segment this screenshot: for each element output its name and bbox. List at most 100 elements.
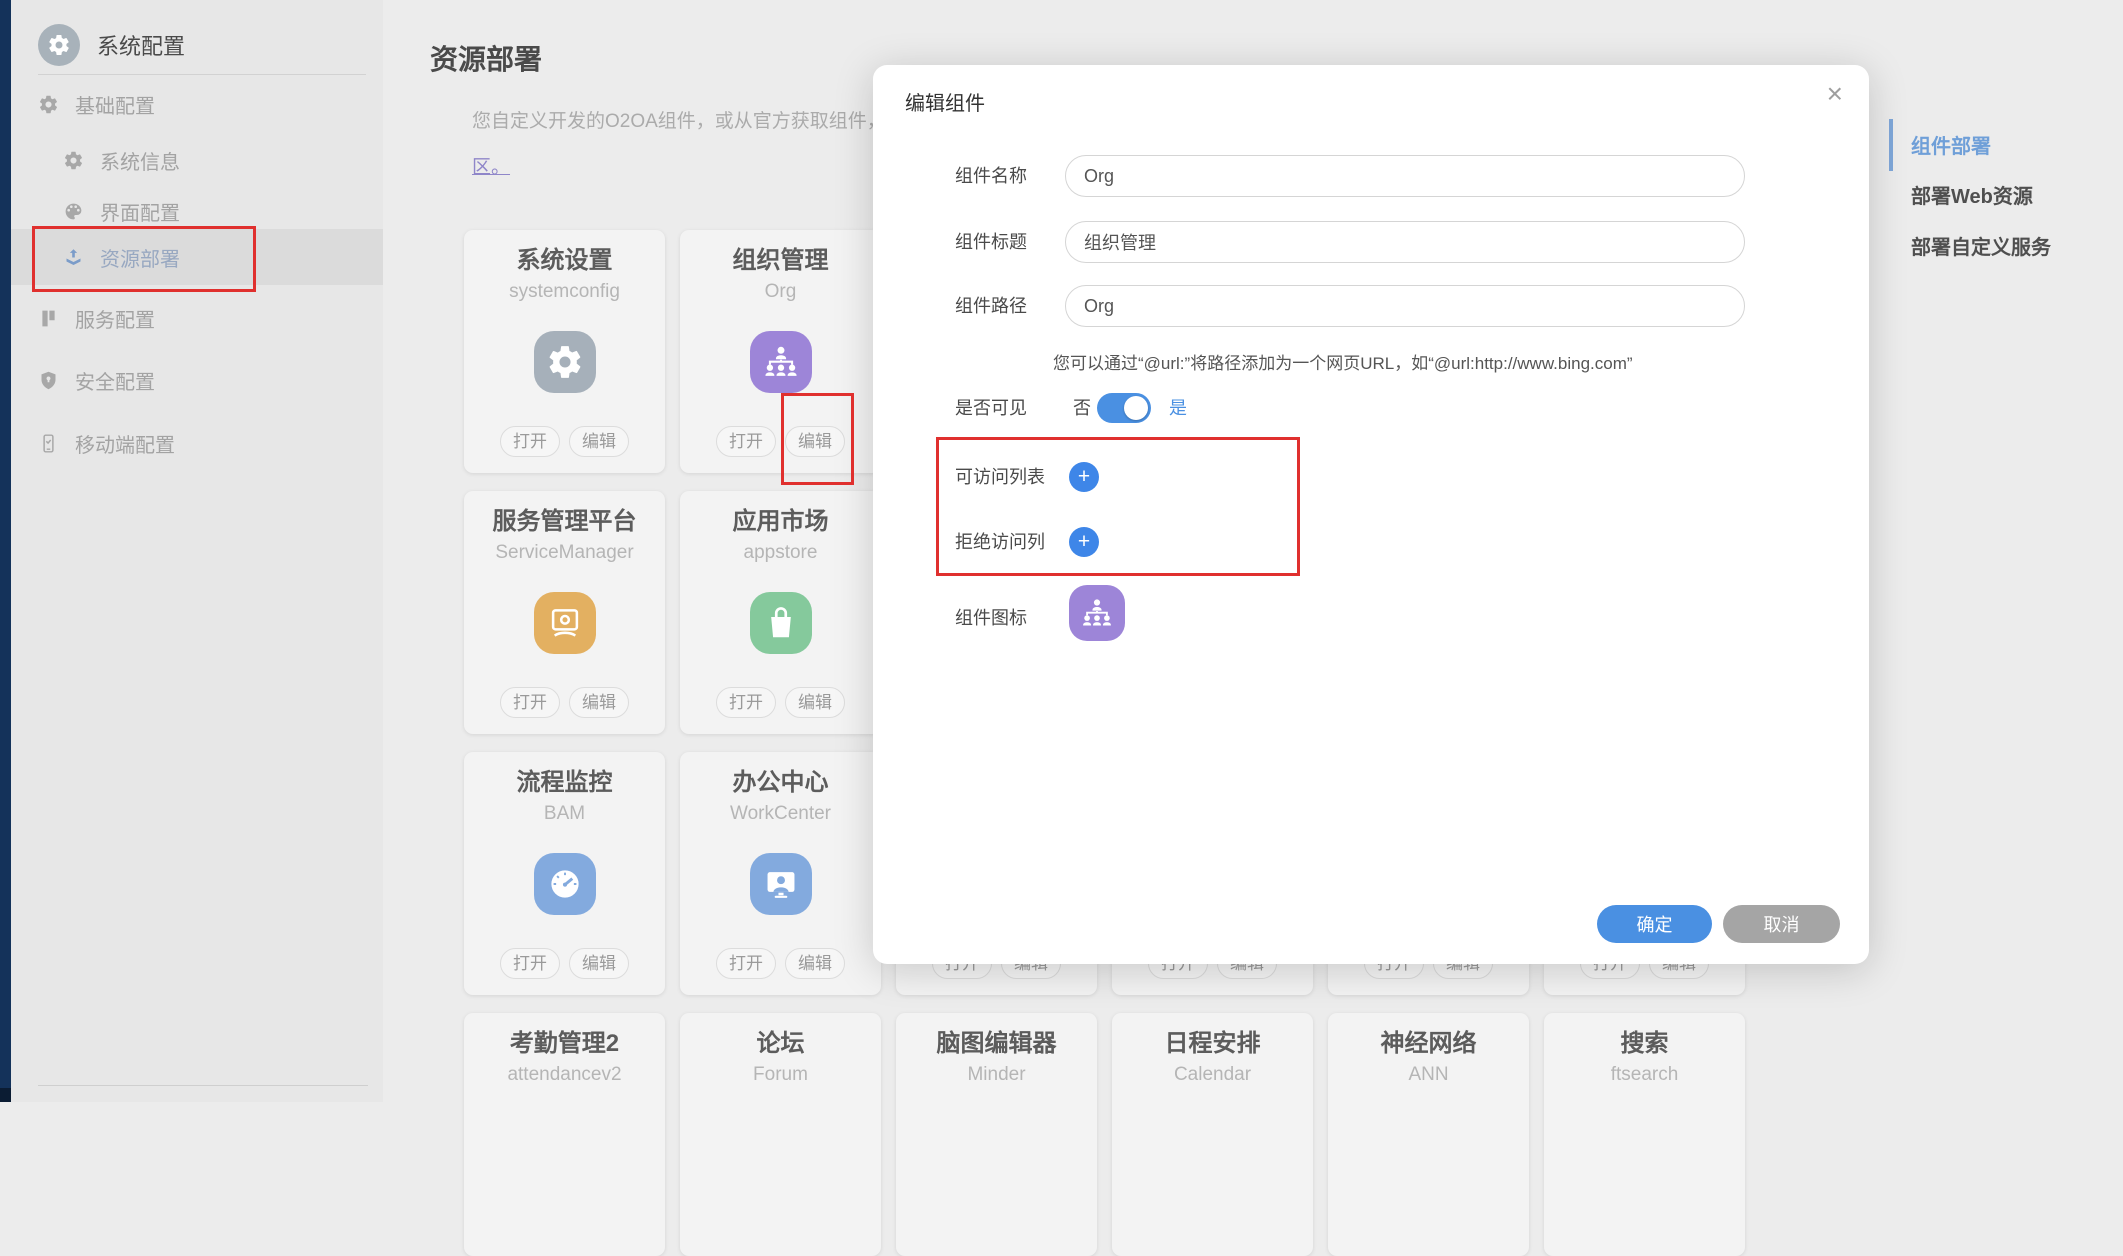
field-label: 组件名称 [955,155,1027,197]
close-icon[interactable]: × [1827,77,1843,111]
page-title: 资源部署 [430,38,542,78]
edit-button-org[interactable]: 编辑 [785,426,845,457]
open-button[interactable]: 打开 [716,426,776,457]
card-subtitle: WorkCenter [680,801,881,826]
page-description: 您自定义开发的O2OA组件，或从官方获取组件，都 [472,106,905,133]
right-panel-active-bar [1889,119,1893,171]
card-title: 组织管理 [680,230,881,276]
dialog-title: 编辑组件 [905,87,985,116]
cancel-button[interactable]: 取消 [1723,905,1840,943]
deploy-icon [63,247,84,268]
field-label: 可访问列表 [955,460,1045,494]
tab-deploy-custom-service[interactable]: 部署自定义服务 [1911,231,2051,261]
tab-component-deploy[interactable]: 组件部署 [1911,130,1991,160]
deny-list-row: 拒绝访问列 + [873,525,1869,559]
mobile-icon [38,433,59,454]
tab-deploy-web-resource[interactable]: 部署Web资源 [1911,180,2033,210]
left-rail-footer [0,1088,11,1102]
field-row-path: 组件路径 [873,285,1869,327]
card-subtitle: ftsearch [1544,1062,1745,1087]
toggle-on-label: 是 [1169,391,1187,425]
plus-icon: + [1078,465,1090,488]
card-systemconfig: 系统设置 systemconfig 打开 编辑 [464,230,665,473]
edit-component-dialog: 编辑组件 × 组件名称 组件标题 组件路径 您可以通过“@url:”将路径添加为… [873,65,1869,964]
card-title: 神经网络 [1328,1013,1529,1059]
card-title: 脑图编辑器 [896,1013,1097,1059]
card-calendar: 日程安排 Calendar [1112,1013,1313,1256]
component-icon-preview[interactable] [1069,585,1125,641]
field-row-title: 组件标题 [873,221,1869,263]
confirm-button[interactable]: 确定 [1597,905,1712,943]
field-label: 组件图标 [955,603,1027,633]
field-label: 拒绝访问列 [955,525,1045,559]
card-subtitle: Minder [896,1062,1097,1087]
service-window-app-icon [534,592,596,654]
plus-icon: + [1078,530,1090,553]
system-config-logo-icon [38,24,80,66]
edit-button[interactable]: 编辑 [785,948,845,979]
card-attendancev2: 考勤管理2 attendancev2 [464,1013,665,1256]
sidebar-item-label: 界面配置 [100,197,180,226]
sidebar-item-basic-config[interactable]: 基础配置 [38,84,155,124]
card-minder: 脑图编辑器 Minder [896,1013,1097,1256]
edit-button[interactable]: 编辑 [785,687,845,718]
sidebar-item-security-config[interactable]: 安全配置 [38,360,155,400]
sidebar-item-service-config[interactable]: 服务配置 [38,298,155,338]
sidebar-bottom-divider [38,1085,368,1086]
card-appstore: 应用市场 appstore 打开 编辑 [680,491,881,734]
card-forum: 论坛 Forum [680,1013,881,1256]
visible-toggle[interactable] [1097,393,1151,423]
sidebar-divider [38,74,366,75]
component-title-input[interactable] [1065,221,1745,263]
card-title: 系统设置 [464,230,665,276]
edit-button[interactable]: 编辑 [569,948,629,979]
card-ftsearch: 搜索 ftsearch [1544,1013,1745,1256]
sidebar-item-system-info[interactable]: 系统信息 [63,140,180,180]
sidebar-item-label: 基础配置 [75,90,155,119]
card-org: 组织管理 Org 打开 编辑 [680,230,881,473]
card-ann: 神经网络 ANN [1328,1013,1529,1256]
sidebar-item-resource-deploy[interactable]: 资源部署 [63,237,180,277]
org-chart-icon [1080,596,1114,630]
component-name-input[interactable] [1065,155,1745,197]
sidebar-title: 系统配置 [97,29,185,61]
card-servicemanager: 服务管理平台 ServiceManager 打开 编辑 [464,491,665,734]
card-bam: 流程监控 BAM 打开 编辑 [464,752,665,995]
toggle-off-label: 否 [1073,391,1091,425]
card-subtitle: ServiceManager [464,540,665,565]
card-title: 流程监控 [464,752,665,798]
left-rail [0,0,11,1102]
sidebar-item-label: 移动端配置 [75,429,175,458]
edit-button[interactable]: 编辑 [569,687,629,718]
left-sidebar: 系统配置 基础配置 系统信息 界面配置 资源部署 服务配置 安全配置 [11,0,383,1102]
shopping-bag-app-icon [750,592,812,654]
access-list-row: 可访问列表 + [873,460,1869,494]
open-button[interactable]: 打开 [716,687,776,718]
component-path-input[interactable] [1065,285,1745,327]
gear-app-icon [534,331,596,393]
card-title: 日程安排 [1112,1013,1313,1059]
workstation-app-icon [750,853,812,915]
url-hint-text: 您可以通过“@url:”将路径添加为一个网页URL，如“@url:http://… [1053,349,1633,374]
sidebar-item-mobile-config[interactable]: 移动端配置 [38,423,175,463]
server-icon [38,308,59,329]
open-button[interactable]: 打开 [500,948,560,979]
card-title: 服务管理平台 [464,491,665,537]
add-access-button[interactable]: + [1069,462,1099,492]
sidebar-item-label: 服务配置 [75,304,155,333]
open-button[interactable]: 打开 [500,426,560,457]
gear-icon [63,150,84,171]
org-chart-app-icon [750,331,812,393]
card-subtitle: Forum [680,1062,881,1087]
card-subtitle: ANN [1328,1062,1529,1087]
open-button[interactable]: 打开 [716,948,776,979]
right-panel: 组件部署 部署Web资源 部署自定义服务 [1889,0,2123,1102]
card-subtitle: Calendar [1112,1062,1313,1087]
open-button[interactable]: 打开 [500,687,560,718]
sidebar-item-label: 资源部署 [100,243,180,272]
sidebar-item-ui-config[interactable]: 界面配置 [63,191,180,231]
card-subtitle: Org [680,279,881,304]
edit-button[interactable]: 编辑 [569,426,629,457]
page-description-link[interactable]: 区。 [472,152,510,179]
add-deny-button[interactable]: + [1069,527,1099,557]
